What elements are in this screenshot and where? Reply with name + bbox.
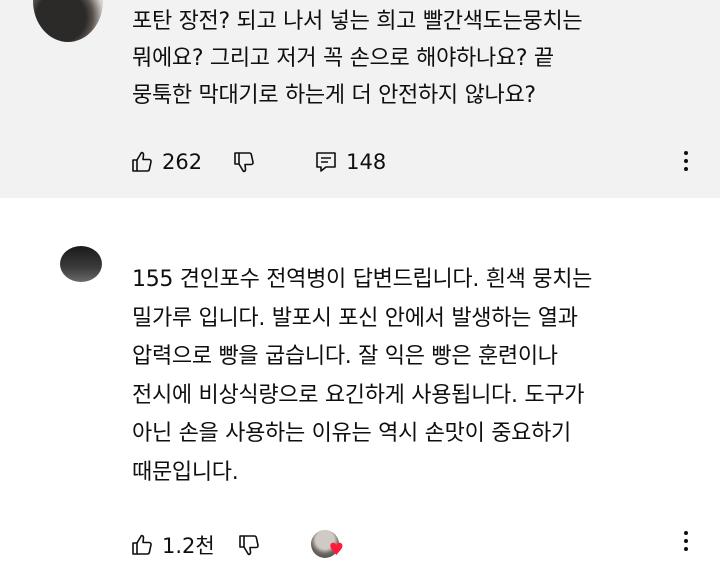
thumb-up-icon[interactable] [128, 531, 156, 559]
comment-line: 뭐에요? 그리고 저거 꼭 손으로 해야하나요? 끝 [132, 46, 554, 71]
comment-line: 전시에 비상식량으로 요긴하게 사용됩니다. 도구가 [132, 382, 585, 408]
thumb-down-icon[interactable] [230, 148, 258, 176]
avatar[interactable] [33, 0, 103, 42]
comment-line: 뭉툭한 막대기로 하는게 더 안전하지 않나요? [132, 83, 536, 108]
comment-card: 155 견인포수 전역병이 답변드립니다. 흰색 뭉치는 밀가루 입니다. 발포… [0, 198, 720, 578]
comment-line: 때문입니다. [132, 459, 239, 485]
comment-actions: 1.2천 ♥ [128, 525, 345, 565]
comment-line: 155 견인포수 전역병이 답변드립니다. 흰색 뭉치는 [132, 267, 593, 292]
comment-line: 아닌 손을 사용하는 이유는 역시 손맛이 중요하기 [132, 421, 571, 447]
like-count: 1.2천 [162, 534, 215, 558]
comment-line: 포탄 장전? 되고 나서 넣는 희고 빨간색도는뭉치는 [132, 9, 583, 34]
creator-heart: ♥ [310, 530, 345, 560]
comment-card: 포탄 장전? 되고 나서 넣는 희고 빨간색도는뭉치는 뭐에요? 그리고 저거 … [0, 0, 720, 198]
reply-icon[interactable] [312, 148, 340, 176]
more-vert-icon[interactable] [676, 526, 696, 556]
avatar[interactable] [60, 246, 102, 282]
comment-text: 155 견인포수 전역병이 답변드립니다. 흰색 뭉치는 밀가루 입니다. 발포… [132, 261, 692, 493]
like-count: 262 [162, 150, 203, 174]
reply-count[interactable]: 148 [346, 150, 386, 174]
thumb-down-icon[interactable] [235, 531, 263, 559]
comment-line: 밀가루 입니다. 발포시 포신 안에서 발생하는 열과 [132, 305, 578, 331]
heart-icon: ♥ [328, 540, 344, 560]
comment-line: 압력으로 빵을 굽습니다. 잘 익은 빵은 훈련이나 [132, 344, 558, 370]
more-vert-icon[interactable] [676, 146, 696, 176]
comment-text: 포탄 장전? 되고 나서 넣는 희고 빨간색도는뭉치는 뭐에요? 그리고 저거 … [132, 3, 692, 114]
comment-actions: 262 148 [128, 142, 386, 182]
thumb-up-icon[interactable] [128, 148, 156, 176]
